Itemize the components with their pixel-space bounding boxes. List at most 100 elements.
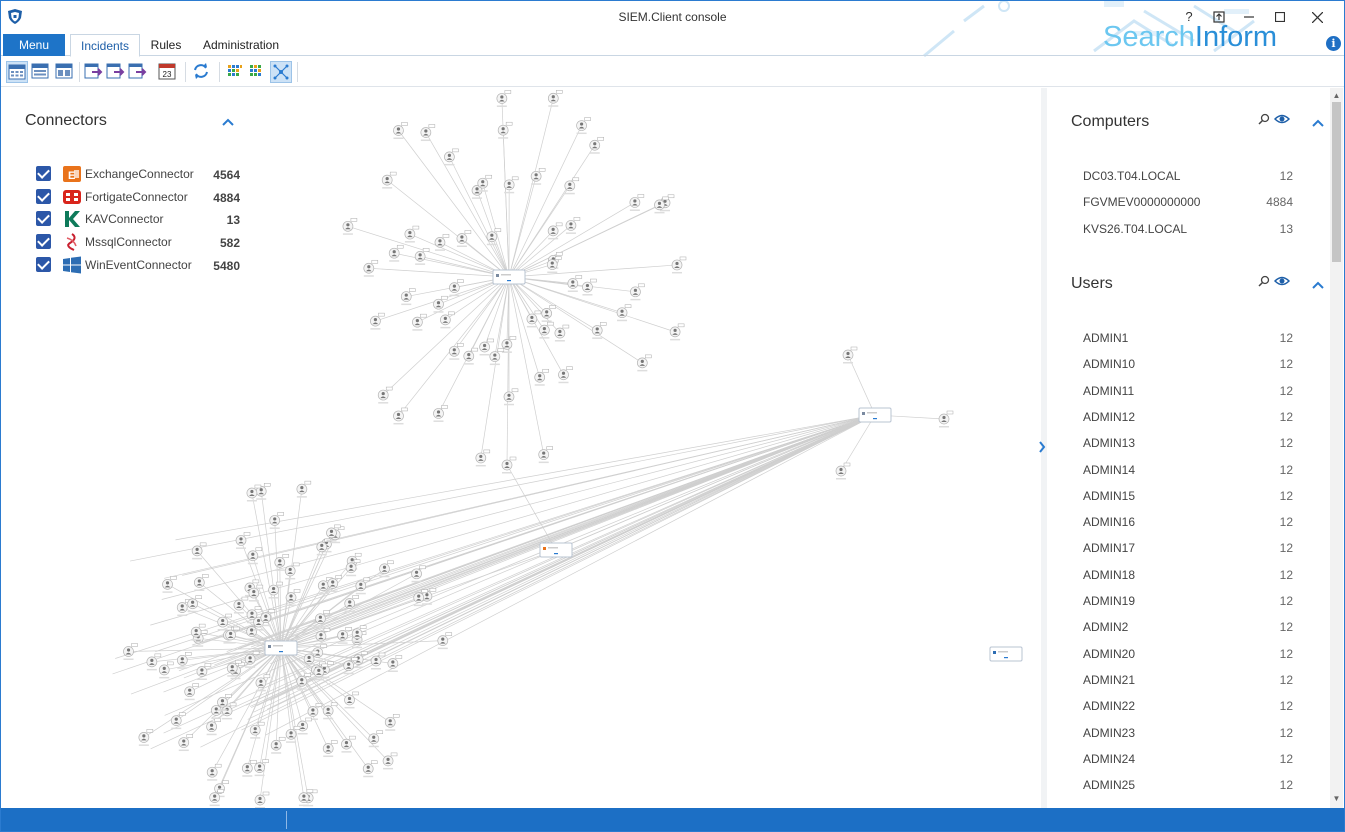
export-selected-button[interactable] [105,61,127,83]
computer-row[interactable]: KVS26.T04.LOCAL 13 [1083,222,1293,238]
user-node-icon[interactable] [489,348,505,366]
expand-chevron-right-icon[interactable] [1038,441,1046,453]
user-node-icon[interactable] [629,194,645,211]
user-node-icon[interactable] [538,446,553,464]
user-node-icon[interactable] [534,368,549,386]
export-all-button[interactable] [127,61,149,83]
user-node-icon[interactable] [440,311,455,329]
connector-checkbox[interactable] [36,234,51,249]
computer-node[interactable] [539,542,573,558]
computer-node[interactable] [492,269,526,285]
user-row[interactable]: ADMIN18 12 [1083,568,1293,584]
user-node-icon[interactable] [382,752,398,770]
user-node-icon[interactable] [206,763,222,781]
user-node-icon[interactable] [158,661,174,679]
user-node-icon[interactable] [530,168,546,185]
user-node-icon[interactable] [388,244,404,262]
tab-rules[interactable]: Rules [143,34,189,57]
tab-administration[interactable]: Administration [195,34,287,57]
scroll-up-arrow-icon[interactable]: ▲ [1330,90,1343,102]
user-node-icon[interactable] [368,730,384,748]
user-node-icon[interactable] [671,256,687,274]
user-row[interactable]: ADMIN23 12 [1083,726,1293,742]
user-row[interactable]: ADMIN21 12 [1083,673,1293,689]
user-row[interactable]: ADMIN16 12 [1083,515,1293,531]
computer-row[interactable]: DC03.T04.LOCAL 12 [1083,169,1293,185]
user-row[interactable]: ADMIN17 12 [1083,541,1293,557]
export-button[interactable] [83,61,105,83]
user-node-icon[interactable] [270,736,286,754]
user-node-icon[interactable] [187,595,202,613]
users-eye-icon[interactable] [1274,275,1290,287]
view-week-button[interactable] [30,61,52,83]
user-row[interactable]: ADMIN12 12 [1083,410,1293,426]
user-node-icon[interactable] [554,324,570,342]
user-node-icon[interactable] [565,217,581,234]
user-node-icon[interactable] [433,405,448,422]
user-node-icon[interactable] [589,136,605,154]
user-node-icon[interactable] [370,312,385,330]
user-node-icon[interactable] [539,321,554,339]
user-node-icon[interactable] [241,759,257,777]
connector-checkbox[interactable] [36,166,51,181]
user-node-icon[interactable] [404,225,420,243]
user-node-icon[interactable] [433,295,448,313]
user-node-icon[interactable] [497,121,513,139]
users-collapse-chevron-icon[interactable] [1311,280,1325,290]
view-day-button[interactable] [6,61,28,83]
user-node-icon[interactable] [444,148,459,166]
connector-row-mssql[interactable]: MssqlConnector 582 [36,232,240,252]
date-picker-button[interactable]: 23 [157,61,179,83]
user-node-icon[interactable] [184,683,199,701]
user-node-icon[interactable] [412,313,427,331]
user-node-icon[interactable] [616,304,632,322]
user-node-icon[interactable] [842,346,858,364]
user-node-icon[interactable] [362,760,378,778]
user-node-icon[interactable] [341,735,356,753]
connector-checkbox[interactable] [36,189,51,204]
view-month-button[interactable] [54,61,76,83]
connector-row-exchange[interactable]: E ExchangeConnector 4564 [36,164,240,184]
user-node-icon[interactable] [669,323,685,341]
user-node-icon[interactable] [437,632,453,650]
graph-view-button[interactable] [270,61,292,83]
connector-row-winevent[interactable]: WinEventConnector 5480 [36,255,240,275]
user-row[interactable]: ADMIN19 12 [1083,594,1293,610]
user-node-icon[interactable] [414,248,430,265]
computer-row[interactable]: FGVMEV0000000000 4884 [1083,195,1293,211]
user-node-icon[interactable] [449,279,464,297]
connector-row-fortigate[interactable]: FortigateConnector 4884 [36,187,240,207]
user-row[interactable]: ADMIN11 12 [1083,384,1293,400]
refresh-button[interactable] [191,61,213,83]
matrix-view-button[interactable] [247,61,269,83]
user-row[interactable]: ADMIN1 12 [1083,331,1293,347]
menu-button[interactable]: Menu [3,34,65,56]
right-panel-scrollbar[interactable]: ▲ ▼ [1330,88,1343,808]
user-row[interactable]: ADMIN24 12 [1083,752,1293,768]
user-node-icon[interactable] [547,222,563,240]
scrollbar-thumb[interactable] [1332,102,1341,262]
user-row[interactable]: ADMIN20 12 [1083,647,1293,663]
computers-search-icon[interactable] [1258,113,1270,125]
user-node-icon[interactable] [434,234,450,251]
user-node-icon[interactable] [344,691,359,709]
user-node-icon[interactable] [938,410,954,428]
user-node-icon[interactable] [196,663,212,681]
user-node-icon[interactable] [377,386,393,404]
user-node-icon[interactable] [206,718,221,736]
user-node-icon[interactable] [496,90,512,107]
user-node-icon[interactable] [384,714,400,731]
user-row[interactable]: ADMIN22 12 [1083,699,1293,715]
user-node-icon[interactable] [547,90,563,107]
user-row[interactable]: ADMIN25 12 [1083,778,1293,794]
user-node-icon[interactable] [541,305,556,322]
tab-incidents[interactable]: Incidents [70,34,140,57]
connector-row-kav[interactable]: KAVConnector 13 [36,209,240,229]
user-node-icon[interactable] [254,791,270,808]
computers-eye-icon[interactable] [1274,113,1290,125]
user-node-icon[interactable] [146,653,162,671]
user-node-icon[interactable] [254,759,269,777]
connector-checkbox[interactable] [36,257,51,272]
user-node-icon[interactable] [448,343,464,360]
user-node-icon[interactable] [381,171,397,189]
